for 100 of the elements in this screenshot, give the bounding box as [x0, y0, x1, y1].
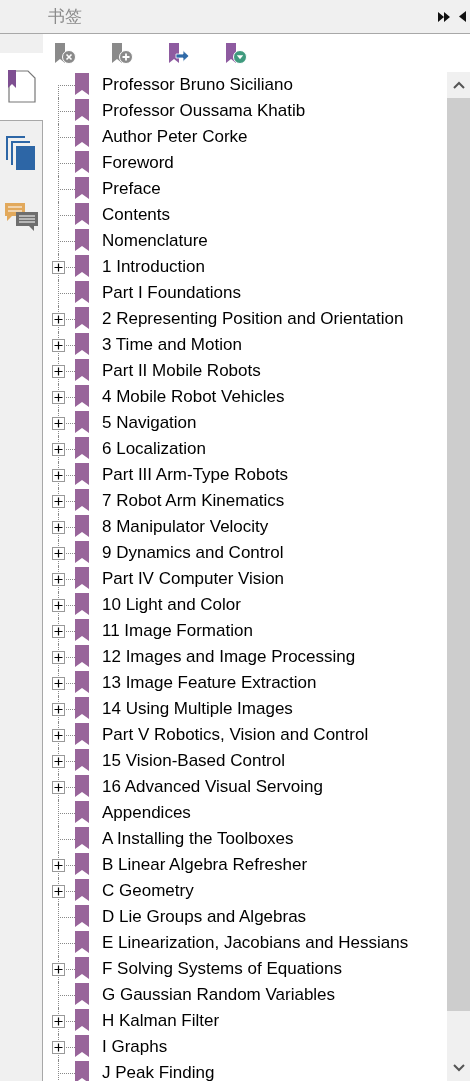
- bookmark-title[interactable]: 5 Navigation: [102, 412, 197, 434]
- bookmark-icon: [75, 463, 89, 485]
- expand-toggle[interactable]: [52, 625, 65, 638]
- bookmark-title[interactable]: Preface: [102, 178, 161, 200]
- bookmark-icon: [75, 541, 89, 563]
- bookmark-title[interactable]: 8 Manipulator Velocity: [102, 516, 269, 538]
- bookmark-title[interactable]: 4 Mobile Robot Vehicles: [102, 386, 285, 408]
- expand-toggle[interactable]: [52, 1041, 65, 1054]
- expand-toggle[interactable]: [52, 495, 65, 508]
- expand-toggle[interactable]: [52, 1015, 65, 1028]
- bookmark-icon: [75, 177, 89, 199]
- bookmark-icon: [75, 879, 89, 901]
- bookmark-icon: [75, 1009, 89, 1031]
- bookmark-icon: [75, 151, 89, 173]
- bookmark-icon: [75, 73, 89, 95]
- add-bookmark-icon[interactable]: [112, 43, 134, 65]
- expand-toggle[interactable]: [52, 573, 65, 586]
- expand-toggle[interactable]: [52, 859, 65, 872]
- bookmark-title[interactable]: I Graphs: [102, 1036, 168, 1058]
- bookmark-title[interactable]: Nomenclature: [102, 230, 208, 252]
- expand-toggle[interactable]: [52, 677, 65, 690]
- bookmark-icon: [75, 437, 89, 459]
- bookmark-title[interactable]: 1 Introduction: [102, 256, 205, 278]
- bookmark-title[interactable]: Appendices: [102, 802, 191, 824]
- expand-toggle[interactable]: [52, 755, 65, 768]
- bookmark-title[interactable]: 14 Using Multiple Images: [102, 698, 293, 720]
- bookmark-title[interactable]: 16 Advanced Visual Servoing: [102, 776, 323, 798]
- bookmark-title[interactable]: D Lie Groups and Algebras: [102, 906, 307, 928]
- expand-toggle[interactable]: [52, 547, 65, 560]
- bookmark-icon: [75, 827, 89, 849]
- bookmark-title[interactable]: Part II Mobile Robots: [102, 360, 261, 382]
- bookmark-icon: [75, 1061, 89, 1081]
- bookmark-title[interactable]: 3 Time and Motion: [102, 334, 242, 356]
- bookmark-title[interactable]: H Kalman Filter: [102, 1010, 220, 1032]
- bookmark-title[interactable]: Part IV Computer Vision: [102, 568, 285, 590]
- collapse-panel-icon[interactable]: [459, 11, 466, 22]
- bookmark-icon: [75, 749, 89, 771]
- bookmark-title[interactable]: Professor Bruno Siciliano: [102, 74, 293, 96]
- bookmark-title[interactable]: 9 Dynamics and Control: [102, 542, 284, 564]
- bookmark-title[interactable]: 13 Image Feature Extraction: [102, 672, 317, 694]
- expand-toggle[interactable]: [52, 729, 65, 742]
- delete-bookmark-icon[interactable]: [55, 43, 77, 65]
- bookmark-title[interactable]: 7 Robot Arm Kinematics: [102, 490, 285, 512]
- bookmark-dropdown-icon[interactable]: [226, 43, 248, 65]
- expand-toggle[interactable]: [52, 391, 65, 404]
- expand-toggle[interactable]: [52, 313, 65, 326]
- expand-toggle[interactable]: [52, 963, 65, 976]
- bookmark-title[interactable]: 2 Representing Position and Orientation: [102, 308, 404, 330]
- bookmark-icon: [75, 411, 89, 433]
- bookmark-icon: [75, 931, 89, 953]
- bookmark-title[interactable]: G Gaussian Random Variables: [102, 984, 336, 1006]
- bookmark-title[interactable]: 12 Images and Image Processing: [102, 646, 356, 668]
- bookmark-icon: [75, 775, 89, 797]
- expand-toggle[interactable]: [52, 521, 65, 534]
- expand-toggle[interactable]: [52, 443, 65, 456]
- expand-toggle[interactable]: [52, 339, 65, 352]
- bookmark-title[interactable]: Part V Robotics, Vision and Control: [102, 724, 369, 746]
- expand-toggle[interactable]: [52, 261, 65, 274]
- bookmark-title[interactable]: C Geometry: [102, 880, 194, 902]
- bookmark-title[interactable]: B Linear Algebra Refresher: [102, 854, 308, 876]
- expand-toggle[interactable]: [52, 703, 65, 716]
- bookmark-arrow-icon[interactable]: [169, 43, 191, 65]
- comments-icon: [3, 202, 39, 232]
- bookmark-icon: [75, 697, 89, 719]
- expand-toggle[interactable]: [52, 469, 65, 482]
- bookmark-icon: [75, 853, 89, 875]
- bookmark-icon: [75, 99, 89, 121]
- bookmark-icon: [75, 671, 89, 693]
- bookmark-title[interactable]: A Installing the Toolboxes: [102, 828, 294, 850]
- panel-title: 书签: [48, 4, 82, 28]
- bookmark-icon: [75, 567, 89, 589]
- bookmark-title[interactable]: E Linearization, Jacobians and Hessians: [102, 932, 409, 954]
- bookmark-icon: [75, 593, 89, 615]
- bookmark-icon: [75, 723, 89, 745]
- side-tab[interactable]: [0, 53, 43, 121]
- bookmark-title[interactable]: J Peak Finding: [102, 1062, 215, 1081]
- expand-toggle[interactable]: [52, 365, 65, 378]
- bookmark-title[interactable]: Contents: [102, 204, 171, 226]
- bookmark-title[interactable]: 6 Localization: [102, 438, 206, 460]
- bookmark-title[interactable]: 10 Light and Color: [102, 594, 241, 616]
- bookmark-icon: [75, 1035, 89, 1057]
- bookmark-title[interactable]: Professor Oussama Khatib: [102, 100, 306, 122]
- expand-toggle[interactable]: [52, 599, 65, 612]
- bookmark-icon: [75, 983, 89, 1005]
- expand-panel-icon[interactable]: [438, 11, 451, 22]
- bookmark-title[interactable]: F Solving Systems of Equations: [102, 958, 342, 980]
- expand-toggle[interactable]: [52, 885, 65, 898]
- bookmark-title[interactable]: Part I Foundations: [102, 282, 241, 304]
- expand-toggle[interactable]: [52, 781, 65, 794]
- expand-toggle[interactable]: [52, 651, 65, 664]
- expand-toggle[interactable]: [52, 417, 65, 430]
- bookmark-icon: [75, 489, 89, 511]
- bookmark-icon: [75, 333, 89, 355]
- bookmark-title[interactable]: 15 Vision-Based Control: [102, 750, 285, 772]
- bookmark-title[interactable]: Part III Arm-Type Robots: [102, 464, 289, 486]
- bookmark-icon: [75, 801, 89, 823]
- bookmark-title[interactable]: Author Peter Corke: [102, 126, 248, 148]
- bookmark-title[interactable]: 11 Image Formation: [102, 620, 253, 642]
- scroll-thumb[interactable]: [447, 98, 470, 1011]
- bookmark-title[interactable]: Foreword: [102, 152, 174, 174]
